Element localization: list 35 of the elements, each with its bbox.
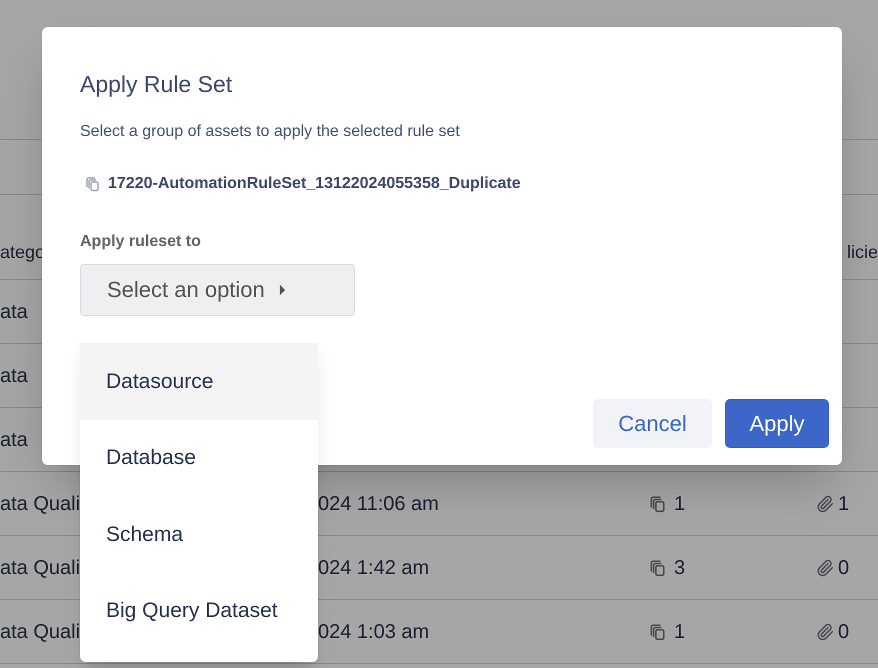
dropdown-option[interactable]: Datasource (80, 343, 318, 420)
apply-button[interactable]: Apply (725, 399, 829, 448)
select-dropdown[interactable]: Select an option (80, 264, 355, 316)
cancel-button[interactable]: Cancel (593, 399, 712, 448)
table-cell: 024 1:42 am (318, 556, 430, 578)
table-cell-text: 1 (838, 492, 850, 516)
copy-icon (648, 622, 666, 640)
table-cell: ata Quali (0, 556, 80, 578)
table-cell-text: 1 (674, 492, 686, 516)
caret-icon (278, 284, 286, 296)
field-label: Apply ruleset to (80, 232, 202, 252)
table-cell: ata Quali (0, 492, 80, 514)
dropdown-option[interactable]: Big Query Dataset (80, 572, 318, 649)
table-cell: ata (0, 300, 28, 322)
table-cell: 024 11:06 am (318, 492, 439, 514)
dialog-title: Apply Rule Set (80, 70, 234, 99)
column-header: licie (846, 240, 878, 264)
paperclip-icon (816, 558, 834, 576)
paperclip-icon (816, 494, 834, 512)
copy-icon (648, 558, 666, 576)
table-cell: 024 1:03 am (318, 620, 430, 642)
table-cell-text: 3 (674, 556, 686, 580)
copy-icon (648, 494, 666, 512)
dropdown-option[interactable]: Database (80, 420, 318, 496)
paperclip-icon (816, 622, 834, 640)
table-cell-text: 0 (838, 620, 850, 644)
table-cell-text: 0 (838, 556, 850, 580)
table-cell: ata Quali (0, 620, 80, 642)
table-cell: ata (0, 428, 28, 450)
copy-icon (84, 176, 100, 192)
table-cell-text: 1 (674, 620, 686, 644)
table-cell: ata (0, 364, 28, 386)
rule-set-name: 17220-AutomationRuleSet_13122024055358_Duplicate (108, 174, 521, 194)
dropdown-option[interactable]: Schema (80, 496, 318, 572)
dialog-subtitle: Select a group of assets to apply the selected rule set (80, 122, 461, 142)
